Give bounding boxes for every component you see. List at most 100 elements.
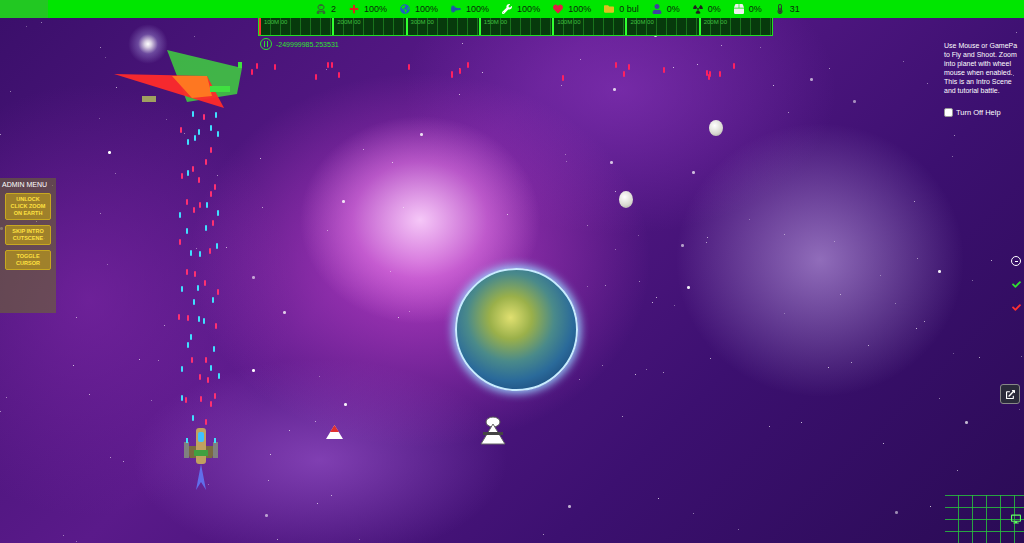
minimap-grid[interactable] <box>945 495 1024 543</box>
space-scene[interactable] <box>0 0 1024 543</box>
game-screen[interactable]: 2100%100%100%100%100%0 bul0%0%0%31100M 0… <box>0 0 1024 543</box>
bullet <box>205 419 207 425</box>
stat-value: 0% <box>749 4 762 14</box>
help-line: This is an Intro Scene <box>944 77 1024 86</box>
bullet <box>212 220 214 226</box>
bullet <box>199 251 201 257</box>
bullet <box>192 415 194 421</box>
small-ship <box>325 424 344 441</box>
admin-button[interactable]: TOGGLE CURSOR <box>5 250 51 270</box>
bullet <box>203 318 205 324</box>
monitor-icon[interactable] <box>1011 514 1021 524</box>
bullet <box>212 297 214 303</box>
stat-icon <box>316 4 326 14</box>
stat-icon <box>734 4 744 14</box>
bullet <box>210 147 212 153</box>
stat-icon <box>349 4 359 14</box>
ruler-label: 200M 00 <box>332 18 405 35</box>
enemy-plane <box>112 46 247 116</box>
green-check-icon[interactable] <box>1012 280 1021 289</box>
stat-value: 0% <box>667 4 680 14</box>
bullet <box>706 70 708 76</box>
bullet <box>207 377 209 383</box>
stat-item: 100% <box>349 4 387 14</box>
bullet <box>186 199 188 205</box>
bullet <box>205 159 207 165</box>
stat-value: 0 bul <box>619 4 639 14</box>
admin-button[interactable]: SKIP INTRO CUTSCENE <box>5 225 51 245</box>
bullet <box>562 75 564 81</box>
bullet <box>199 202 201 208</box>
stat-value: 0% <box>708 4 721 14</box>
enemy-plane-icon <box>112 46 247 116</box>
bullet <box>191 357 193 363</box>
small-ship-icon <box>325 424 344 441</box>
bullet <box>214 393 216 399</box>
bullet <box>733 63 735 69</box>
admin-menu-title: ADMIN MENU <box>2 181 47 188</box>
bullet <box>709 71 711 77</box>
bullet <box>315 74 317 80</box>
stat-icon <box>451 4 461 14</box>
stat-icon <box>604 4 614 14</box>
admin-button[interactable]: UNLOCK CLICK ZOOM ON EARTH <box>5 193 51 220</box>
bullet <box>187 342 189 348</box>
bullet <box>408 64 410 70</box>
stat-icon <box>553 4 563 14</box>
help-line: Use Mouse or GamePa <box>944 41 1024 50</box>
stat-item: 2 <box>316 4 336 14</box>
bullet <box>256 63 258 69</box>
help-toggle[interactable]: Turn Off Help <box>944 108 1024 117</box>
bullet <box>193 299 195 305</box>
bullet <box>210 365 212 371</box>
bullet <box>467 62 469 68</box>
bullet <box>179 239 181 245</box>
red-check-icon[interactable] <box>1012 303 1021 312</box>
pause-icon[interactable] <box>260 38 272 50</box>
spaceship-icon <box>182 424 220 492</box>
zoom-ring-icon[interactable] <box>1011 256 1021 266</box>
bullet <box>181 286 183 292</box>
stat-item: 31 <box>775 4 800 14</box>
bullet <box>205 357 207 363</box>
bullet <box>628 64 630 70</box>
bullet <box>214 184 216 190</box>
stat-item: 0 bul <box>604 4 639 14</box>
bullet <box>198 129 200 135</box>
stat-item: 100% <box>451 4 489 14</box>
bullet <box>186 228 188 234</box>
bullet <box>199 374 201 380</box>
bullet <box>192 166 194 172</box>
stat-icon <box>502 4 512 14</box>
coordinate-value: -249999985.253531 <box>276 41 339 48</box>
popout-button[interactable] <box>1000 384 1020 404</box>
bullet <box>216 243 218 249</box>
help-panel: Use Mouse or GamePato Fly and Shoot. Zoo… <box>944 41 1024 117</box>
bullet <box>623 71 625 77</box>
ruler-label: 300M 00 <box>406 18 479 35</box>
bullet <box>719 71 721 77</box>
player-ship[interactable] <box>182 424 220 492</box>
bullet <box>197 285 199 291</box>
ufo-icon <box>479 414 507 446</box>
score-panel <box>0 0 48 18</box>
stat-value: 2 <box>331 4 336 14</box>
bullet <box>181 395 183 401</box>
ruler-label: 100M 00 <box>552 18 625 35</box>
bright-star <box>128 24 168 64</box>
bullet <box>451 71 453 77</box>
bullet <box>215 323 217 329</box>
status-bar: 2100%100%100%100%100%0 bul0%0%0%31 <box>0 0 1024 18</box>
moon <box>709 120 723 136</box>
bullet <box>200 396 202 402</box>
earth-planet[interactable] <box>455 268 578 391</box>
bullet <box>204 280 206 286</box>
checkbox[interactable] <box>944 108 953 117</box>
stat-value: 100% <box>568 4 591 14</box>
bullet <box>205 225 207 231</box>
bullet <box>206 202 208 208</box>
bullet <box>186 269 188 275</box>
bullet <box>217 131 219 137</box>
bullet <box>210 401 212 407</box>
bullet <box>181 366 183 372</box>
